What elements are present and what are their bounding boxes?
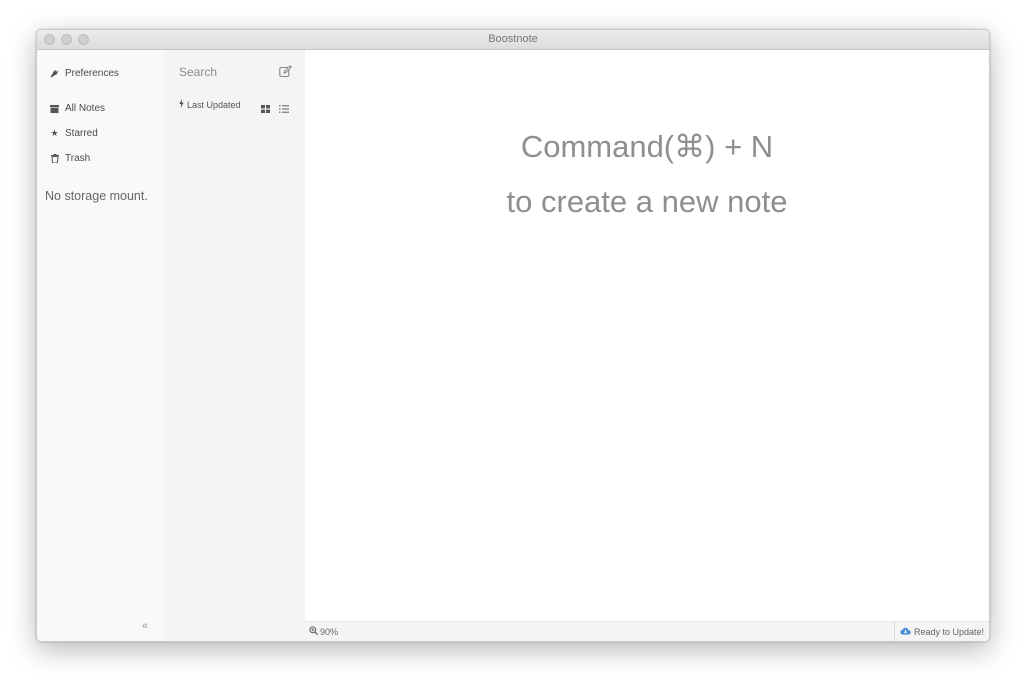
update-label: Ready to Update! [913, 626, 984, 637]
lightning-icon [179, 99, 184, 110]
sort-label: Last Updated [187, 99, 241, 110]
preferences-button[interactable]: Preferences [50, 68, 119, 79]
wrench-icon [50, 69, 59, 78]
sidebar-item-starred[interactable]: ★ Starred [50, 128, 98, 139]
star-icon: ★ [50, 128, 59, 138]
new-note-icon[interactable] [279, 65, 293, 78]
sidebar-item-label: All Notes [65, 103, 106, 114]
new-note-shortcut-hint: Command(⌘) + N [520, 129, 774, 164]
grid-view-icon[interactable] [261, 100, 270, 118]
update-button[interactable]: Ready to Update! [893, 622, 989, 641]
zoom-icon [309, 626, 319, 637]
cloud-download-icon [900, 627, 911, 637]
note-detail-area: Command(⌘) + N to create a new note [305, 50, 989, 622]
new-note-hint-text: to create a new note [506, 184, 788, 219]
status-bar: 90% Ready to Update! [305, 621, 989, 641]
list-view-icon[interactable] [279, 100, 289, 118]
no-storage-message: No storage mount. [45, 189, 148, 203]
zoom-control[interactable]: 90% [309, 626, 338, 637]
search-input[interactable]: Search [179, 65, 217, 79]
app-window: Boostnote Preferences All Notes ★ Starre… [36, 29, 990, 642]
sidebar-item-label: Starred [65, 128, 98, 139]
sidebar: Preferences All Notes ★ Starred Trash No… [37, 50, 165, 641]
collapse-sidebar-button[interactable]: « [142, 620, 148, 632]
sidebar-item-trash[interactable]: Trash [50, 153, 90, 164]
view-toggle [261, 100, 289, 118]
sidebar-item-all-notes[interactable]: All Notes [50, 103, 105, 114]
archive-icon [50, 104, 59, 113]
window-title: Boostnote [488, 33, 538, 45]
sort-selector[interactable]: Last Updated [179, 99, 241, 110]
sidebar-item-label: Trash [65, 153, 91, 164]
zoom-level: 90% [320, 626, 339, 637]
preferences-label: Preferences [65, 68, 119, 79]
trash-icon [50, 154, 59, 163]
title-bar: Boostnote [37, 30, 989, 50]
note-list-panel: Search Last Updated [164, 50, 305, 641]
